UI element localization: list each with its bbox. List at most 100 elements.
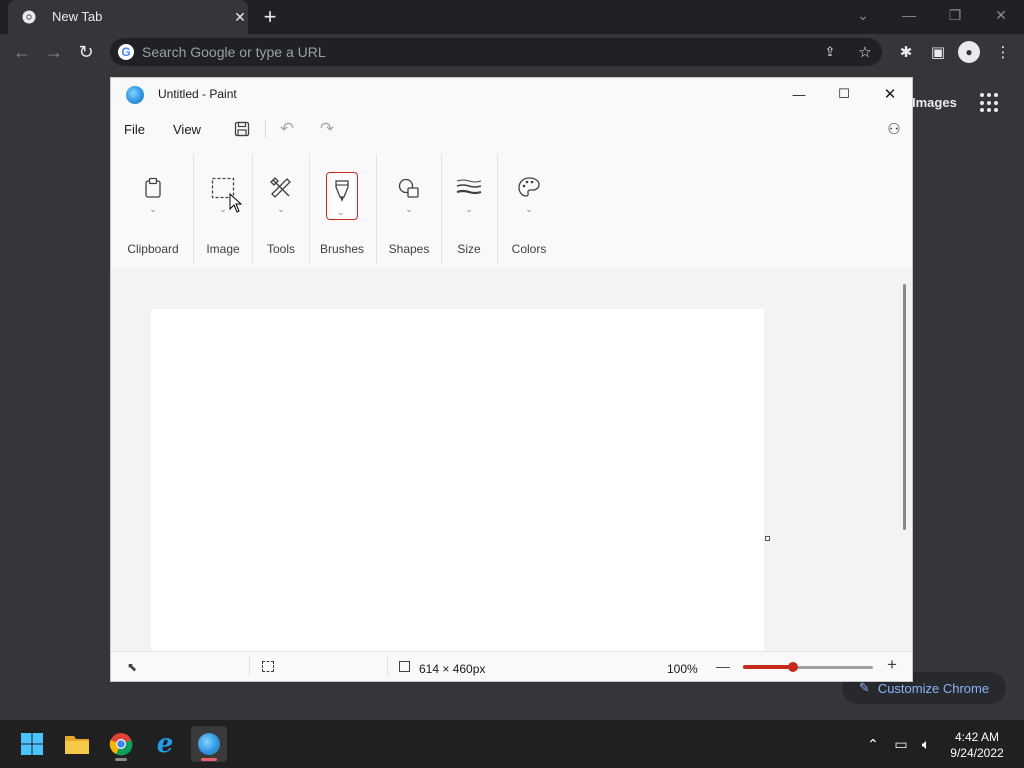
ribbon-divider (193, 154, 194, 264)
internet-explorer-icon: e (156, 729, 174, 759)
canvas-size-icon (399, 661, 410, 672)
windows-logo-icon (21, 733, 43, 755)
chrome-taskbar-icon (109, 733, 133, 756)
ribbon-divider (376, 154, 377, 264)
start-button[interactable] (14, 726, 50, 762)
canvas-workspace (111, 268, 898, 651)
chevron-down-icon: ⌄ (465, 204, 473, 214)
status-divider (387, 656, 388, 676)
forward-arrow-icon[interactable]: → (41, 40, 67, 64)
zoom-slider-thumb[interactable] (788, 662, 798, 672)
running-indicator (115, 758, 127, 761)
zoom-level[interactable]: 100% (667, 662, 698, 676)
tools-pencil-eraser-icon (267, 174, 295, 202)
canvas-resize-handle[interactable] (765, 536, 770, 541)
group-colors[interactable]: ⌄ Colors (500, 150, 558, 268)
zoom-out-icon[interactable]: — (715, 657, 731, 675)
tab-title: New Tab (52, 9, 103, 24)
network-icon[interactable]: ▭ (891, 734, 911, 754)
mouse-cursor-icon (229, 193, 243, 213)
account-icon[interactable]: ⚇ (883, 118, 905, 140)
quick-access-divider (265, 120, 266, 138)
chrome-logo-icon (22, 10, 36, 24)
google-apps-icon[interactable] (980, 93, 1000, 113)
share-icon[interactable]: ⇪ (820, 42, 840, 62)
brushes-selected-box: ⌄ (326, 172, 358, 220)
group-label-colors: Colors (511, 242, 547, 256)
clock-date: 9/24/2022 (950, 746, 1004, 760)
ribbon-divider (497, 154, 498, 264)
undo-icon[interactable]: ↶ (276, 118, 298, 140)
chevron-down-icon: ⌄ (337, 207, 345, 217)
group-label-tools: Tools (266, 242, 295, 256)
taskbar-internet-explorer[interactable]: e (147, 726, 183, 762)
extensions-puzzle-icon[interactable]: ✱ (895, 42, 917, 62)
menu-view[interactable]: View (173, 122, 201, 137)
paint-maximize-icon[interactable]: ☐ (824, 81, 864, 107)
selection-size-icon (262, 661, 274, 672)
folder-icon (65, 736, 89, 754)
paint-window: Untitled - Paint — ☐ ✕ File View ↶ ↷ ⚇ ⌄… (110, 77, 913, 682)
taskbar-paint[interactable] (191, 726, 227, 762)
taskbar-file-explorer[interactable] (59, 726, 95, 762)
redo-icon[interactable]: ↷ (316, 118, 338, 140)
canvas-dimensions: 614 × 460px (419, 662, 486, 676)
profile-avatar-icon[interactable]: ● (958, 41, 980, 63)
ribbon-divider (441, 154, 442, 264)
scrollbar-thumb[interactable] (903, 284, 906, 530)
active-indicator (201, 758, 217, 761)
chevron-down-icon: ⌄ (405, 204, 413, 214)
group-tools[interactable]: ⌄ Tools (254, 150, 308, 268)
paint-close-icon[interactable]: ✕ (870, 81, 910, 107)
paint-taskbar-icon (198, 733, 220, 755)
side-panel-icon[interactable]: ▣ (927, 42, 949, 62)
group-label-size: Size (457, 242, 481, 256)
system-clock[interactable]: 4:42 AM 9/24/2022 (942, 729, 1012, 761)
chevron-down-icon: ⌄ (149, 204, 157, 214)
group-label-shapes: Shapes (388, 242, 430, 256)
ribbon-divider (252, 154, 253, 264)
status-divider (249, 656, 250, 676)
chrome-menu-icon[interactable]: ⋮ (992, 42, 1014, 62)
line-size-icon (455, 174, 483, 202)
tab-search-icon[interactable]: ⌄ (850, 4, 876, 26)
ribbon-divider (309, 154, 310, 264)
group-label-image: Image (206, 242, 240, 256)
save-icon[interactable] (231, 118, 253, 140)
clock-time: 4:42 AM (954, 730, 1000, 744)
shapes-icon (395, 174, 423, 202)
drawing-canvas[interactable] (151, 309, 764, 651)
chevron-down-icon: ⌄ (277, 204, 285, 214)
omnibox-input[interactable] (142, 42, 792, 62)
paint-minimize-icon[interactable]: — (779, 81, 819, 107)
omnibox[interactable]: G ⇪ ☆ (110, 38, 882, 66)
group-brushes[interactable]: ⌄ Brushes (314, 150, 370, 268)
volume-icon[interactable]: 🔈︎ (916, 734, 936, 754)
zoom-slider-fill (743, 665, 791, 669)
chevron-down-icon: ⌄ (219, 204, 227, 214)
tab-new-tab[interactable]: New Tab ✕ (8, 0, 248, 34)
images-link[interactable]: Images (912, 95, 957, 110)
pointer-position-icon: ⬉ (126, 660, 138, 674)
google-g-icon: G (118, 44, 134, 60)
group-label-brushes: Brushes (319, 242, 365, 256)
taskbar-chrome[interactable] (103, 726, 139, 762)
show-hidden-icons-chevron-icon[interactable]: ⌃ (863, 734, 883, 754)
reload-icon[interactable]: ↻ (73, 40, 99, 64)
bookmark-star-icon[interactable]: ☆ (855, 42, 875, 62)
group-size[interactable]: ⌄ Size (443, 150, 495, 268)
clipboard-icon (139, 174, 167, 202)
chevron-down-icon: ⌄ (525, 204, 533, 214)
back-arrow-icon[interactable]: ← (9, 40, 35, 64)
group-shapes[interactable]: ⌄ Shapes (379, 150, 439, 268)
group-clipboard[interactable]: ⌄ Clipboard (119, 150, 187, 268)
tab-close-icon[interactable]: ✕ (230, 7, 250, 27)
zoom-in-icon[interactable]: + (884, 655, 900, 674)
paint-app-icon (126, 86, 144, 104)
menu-file[interactable]: File (124, 122, 145, 137)
close-window-icon[interactable]: ✕ (988, 4, 1014, 26)
restore-icon[interactable]: ❐ (942, 4, 968, 26)
new-tab-button[interactable]: + (258, 5, 282, 29)
brush-icon (330, 177, 354, 205)
minimize-icon[interactable]: — (896, 4, 922, 26)
